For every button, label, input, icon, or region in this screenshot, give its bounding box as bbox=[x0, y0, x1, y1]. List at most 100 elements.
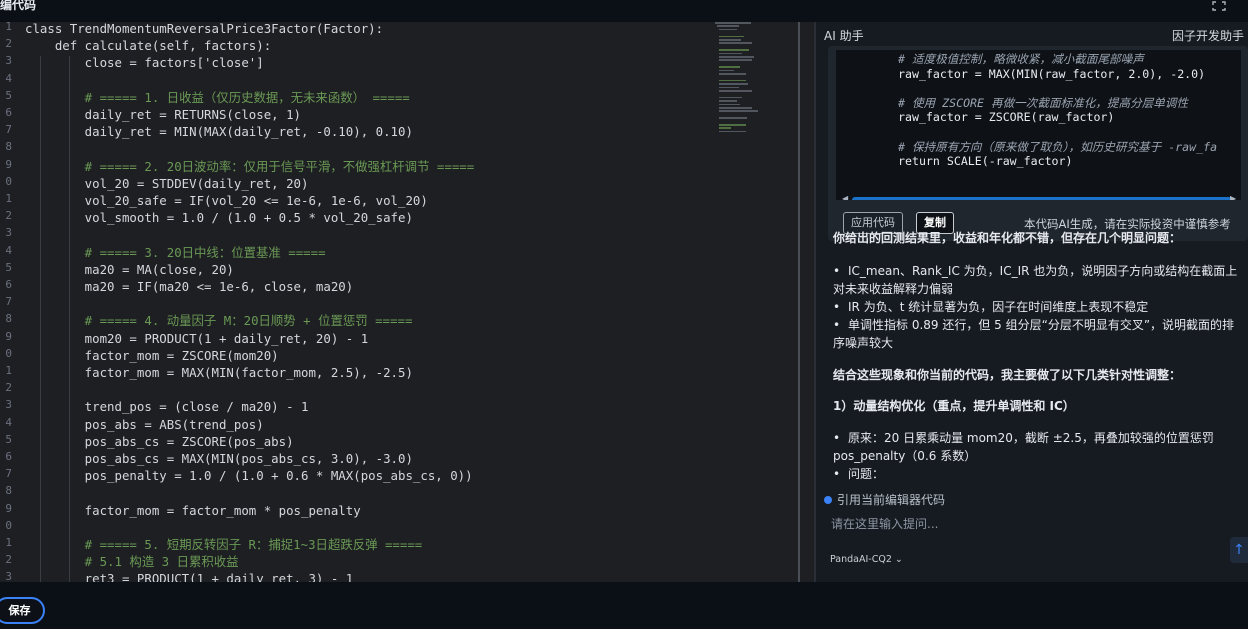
ai-code-card: return SCALE(-raw_factor) # 保持原有方向（原来做了取负… bbox=[828, 46, 1248, 241]
line-number: 1 bbox=[5, 364, 12, 377]
minimap-line bbox=[717, 25, 739, 27]
line-number: 4 bbox=[5, 243, 12, 257]
code-line[interactable]: vol_20_safe = IF(vol_20 <= 1e-6, 1e-6, v… bbox=[25, 192, 428, 209]
line-number: 4 bbox=[5, 71, 12, 85]
line-number: 9 bbox=[5, 501, 12, 515]
ai-code-line[interactable]: raw_factor = ZSCORE(raw_factor) bbox=[898, 109, 1114, 125]
line-number: 7 bbox=[5, 467, 12, 481]
ai-code-line[interactable]: # 使用 ZSCORE 再做一次截面标准化，提高分层单调性 bbox=[898, 95, 1188, 111]
message-adjust: 结合这些现象和你当前的代码，我主要做了以下几类针对性调整： bbox=[833, 368, 1182, 382]
line-number: 9 bbox=[5, 157, 12, 171]
model-selector[interactable]: PandaAI-CQ2 ⌄ bbox=[830, 554, 903, 565]
code-line[interactable]: class TrendMomentumReversalPrice3Factor(… bbox=[25, 22, 383, 37]
list-item: • 单调性指标 0.89 还行，但 5 组分层“分层不明显有交叉”，说明截面的排序… bbox=[833, 318, 1235, 350]
code-line[interactable]: # ===== 3. 20日中线：位置基准 ===== bbox=[25, 244, 326, 261]
list-item-text: 问题： bbox=[848, 467, 885, 480]
line-number: 5 bbox=[5, 88, 12, 102]
code-line[interactable]: daily_ret = RETURNS(close, 1) bbox=[25, 106, 301, 123]
scroll-right-icon[interactable]: ▶ bbox=[1230, 194, 1236, 200]
code-line[interactable]: vol_smooth = 1.0 / (1.0 + 0.5 * vol_20_s… bbox=[25, 209, 413, 226]
minimap-line bbox=[719, 130, 747, 133]
code-line[interactable]: # ===== 4. 动量因子 M：20日顺势 + 位置惩罚 ===== bbox=[25, 312, 413, 329]
page-title: 编代码 bbox=[0, 0, 37, 12]
line-number: 1 bbox=[5, 192, 12, 205]
code-area[interactable]: class TrendMomentumReversalPrice3Factor(… bbox=[25, 22, 715, 582]
prompt-input[interactable]: 请在这里输入提问... bbox=[831, 515, 938, 532]
minimap-line bbox=[719, 35, 745, 38]
minimap-line bbox=[719, 39, 742, 41]
minimap-line bbox=[715, 22, 751, 24]
send-icon: ↑ bbox=[1233, 542, 1245, 558]
minimap-line bbox=[719, 127, 732, 129]
save-button[interactable]: 保存 bbox=[0, 597, 45, 624]
code-line[interactable]: factor_mom = MAX(MIN(factor_mom, 2.5), -… bbox=[25, 364, 413, 381]
minimap-line bbox=[719, 86, 739, 89]
minimap-line bbox=[719, 69, 735, 72]
minimap-line bbox=[719, 56, 754, 58]
list-item-text: IC_mean、Rank_IC 为负，IC_IR 也为负，说明因子方向或结构在截… bbox=[833, 264, 1238, 296]
code-line[interactable]: factor_mom = factor_mom * pos_penalty bbox=[25, 502, 361, 519]
minimap-line bbox=[719, 90, 753, 92]
code-line[interactable]: close = factors['close'] bbox=[25, 54, 264, 71]
line-number: 6 bbox=[5, 106, 12, 119]
ai-code-line[interactable]: raw_factor = MAX(MIN(raw_factor, 2.0), -… bbox=[898, 66, 1205, 82]
minimap-line bbox=[719, 107, 753, 109]
ai-message: 你给出的回测结果里，收益和年化都不错，但存在几个明显问题： • IC_mean、R… bbox=[816, 222, 1248, 480]
code-line[interactable]: pos_abs_cs = MAX(MIN(pos_abs_cs, 3.0), -… bbox=[25, 450, 413, 467]
code-line[interactable]: pos_abs_cs = ZSCORE(pos_abs) bbox=[25, 433, 294, 450]
minimap-line bbox=[719, 117, 748, 119]
line-number: 7 bbox=[5, 295, 12, 309]
code-line[interactable]: daily_ret = MIN(MAX(daily_ret, -0.10), 0… bbox=[25, 123, 413, 140]
code-horizontal-scrollbar[interactable] bbox=[852, 197, 1232, 200]
line-number: 8 bbox=[5, 484, 12, 498]
code-line[interactable]: def calculate(self, factors): bbox=[25, 37, 271, 54]
code-line[interactable]: vol_20 = STDDEV(daily_ret, 20) bbox=[25, 175, 309, 192]
list-item: • IR 为负、t 统计显著为负，因子在时间维度上表现不稳定 bbox=[833, 300, 1149, 314]
line-number: 0 bbox=[5, 174, 12, 188]
line-number: 1 bbox=[5, 536, 12, 549]
code-line[interactable]: trend_pos = (close / ma20) - 1 bbox=[25, 398, 309, 415]
cite-editor-code-toggle[interactable]: 引用当前编辑器代码 bbox=[824, 491, 945, 508]
line-number: 3 bbox=[5, 226, 12, 240]
code-line[interactable]: # ===== 5. 短期反转因子 R：捕捉1~3日超跌反弹 ===== bbox=[25, 536, 423, 553]
line-number: 1 bbox=[5, 22, 12, 33]
minimap-line bbox=[719, 100, 738, 102]
minimap-line bbox=[719, 59, 753, 61]
line-number: 7 bbox=[5, 123, 12, 137]
line-number-gutter: 1 2 3 4 5 6 7 8 9 0 1 2 3 4 5 6 7 8 9 0 1 2 3 4 5 6 7 8 9 0 1 2 3 bbox=[0, 22, 20, 582]
code-line[interactable]: ret3 = PRODUCT(1 + daily_ret, 3) - 1 bbox=[25, 570, 354, 582]
code-line[interactable]: # ===== 1. 日收益（仅历史数据，无未来函数） ===== bbox=[25, 89, 410, 106]
code-line[interactable]: factor_mom = ZSCORE(mom20) bbox=[25, 347, 279, 364]
code-line[interactable]: pos_penalty = 1.0 / (1.0 + 0.6 * MAX(pos… bbox=[25, 467, 473, 484]
send-button[interactable]: ↑ bbox=[1230, 537, 1248, 563]
message-section: 1）动量结构优化（重点，提升单调性和 IC） bbox=[833, 399, 1075, 413]
bottom-bar: 保存 bbox=[0, 582, 1248, 629]
message-intro: 你给出的回测结果里，收益和年化都不错，但存在几个明显问题： bbox=[833, 231, 1182, 245]
fullscreen-icon[interactable] bbox=[1212, 1, 1226, 11]
minimap-line bbox=[719, 103, 741, 106]
minimap-line bbox=[719, 110, 759, 112]
editor-scrollbar[interactable] bbox=[798, 22, 800, 582]
list-item: • IC_mean、Rank_IC 为负，IC_IR 也为负，说明因子方向或结构在… bbox=[833, 264, 1238, 296]
code-editor[interactable]: 1 2 3 4 5 6 7 8 9 0 1 2 3 4 5 6 7 8 9 0 1 2 3 4 5 6 7 8 9 0 1 2 3 class … bbox=[0, 22, 814, 582]
code-editor-app: 编代码 1 2 3 4 5 6 7 8 9 0 1 2 3 4 5 6 7 8 9 0 1 2 3 4 5 6 7 8 9 0 1 2 3 cl… bbox=[0, 0, 1248, 629]
ai-panel-header: AI 助手 因子开发助手 bbox=[816, 22, 1248, 46]
list-item: • 原来：20 日累乘动量 mom20，截断 ±2.5，再叠加较强的位置惩罚 po… bbox=[833, 431, 1214, 463]
code-line[interactable]: ma20 = MA(close, 20) bbox=[25, 261, 234, 278]
line-number: 2 bbox=[5, 381, 12, 395]
ai-code-line[interactable]: # 适度极值控制，略微收紧，减小截面尾部噪声 bbox=[898, 51, 1144, 67]
scroll-left-icon[interactable]: ◀ bbox=[842, 194, 848, 200]
code-line[interactable]: mom20 = PRODUCT(1 + daily_ret, 20) - 1 bbox=[25, 330, 368, 347]
code-line[interactable]: pos_abs = ABS(trend_pos) bbox=[25, 416, 264, 433]
minimap-line bbox=[719, 28, 738, 31]
ai-code-line[interactable]: # 保持原有方向（原来做了取负），如历史研究基于 -raw_fa bbox=[898, 139, 1217, 155]
minimap-line bbox=[719, 42, 753, 44]
minimap[interactable] bbox=[715, 22, 785, 152]
line-number: 2 bbox=[5, 209, 12, 223]
code-line[interactable]: ma20 = IF(ma20 <= 1e-6, close, ma20) bbox=[25, 278, 354, 295]
code-line[interactable]: # 5.1 构造 3 日累积收益 bbox=[25, 553, 239, 570]
code-line[interactable]: # ===== 2. 20日波动率：仅用于信号平滑，不做强杠杆调节 ===== bbox=[25, 158, 475, 175]
ai-code-block[interactable]: return SCALE(-raw_factor) # 保持原有方向（原来做了取负… bbox=[836, 50, 1241, 200]
ai-code-line[interactable]: return SCALE(-raw_factor) bbox=[898, 153, 1073, 169]
list-item: • 问题： bbox=[833, 467, 885, 480]
